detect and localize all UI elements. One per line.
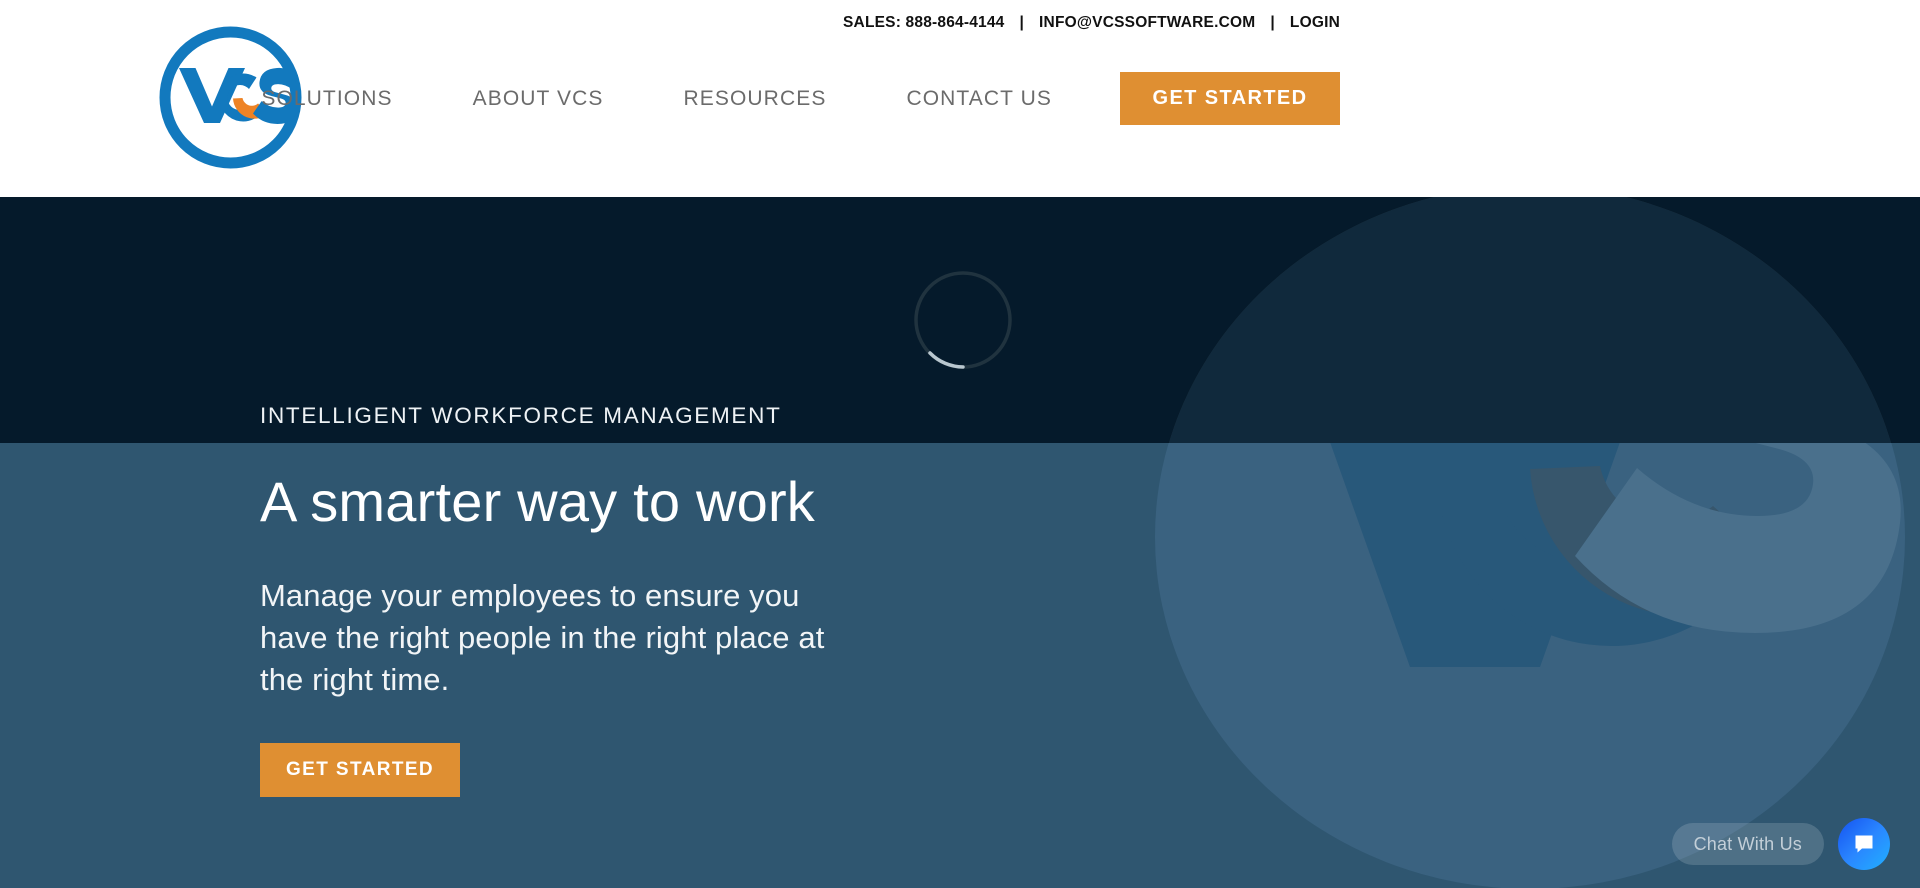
hero-paragraph: Manage your employees to ensure you have… [260,578,825,697]
sales-phone-link[interactable]: SALES: 888-864-4144 [843,14,1004,32]
nav-item-about-vcs[interactable]: ABOUT VCS [433,86,644,112]
utility-separator-1: | [1019,14,1025,31]
hero-section: INTELLIGENT WORKFORCE MANAGEMENT A smart… [260,400,1020,797]
chat-open-button[interactable] [1838,818,1890,870]
nav-item-solutions[interactable]: SOLUTIONS [261,86,432,112]
utility-separator-2: | [1270,14,1275,31]
nav-item-resources[interactable]: RESOURCES [644,86,867,112]
hero-title: A smarter way to work [260,470,816,533]
nav-item-contact-us[interactable]: CONTACT US [866,86,1092,112]
site-header: SALES: 888-864-4144 | INFO@VCSSOFTWARE.C… [0,0,1920,197]
email-link[interactable]: INFO@VCSSOFTWARE.COM [1039,14,1255,32]
login-link[interactable]: LOGIN [1290,14,1340,32]
hero-get-started-button[interactable]: GET STARTED [260,743,460,797]
main-navigation: SOLUTIONS ABOUT VCS RESOURCES CONTACT US… [261,72,1340,125]
nav-get-started-button[interactable]: GET STARTED [1120,72,1340,125]
loading-spinner [908,265,1018,375]
spinner-icon [914,271,1012,369]
hero-eyebrow: INTELLIGENT WORKFORCE MANAGEMENT [260,403,782,428]
page-root: SALES: 888-864-4144 | INFO@VCSSOFTWARE.C… [0,0,1920,888]
chat-widget: Chat With Us [1671,818,1890,870]
chat-bubble-icon [1855,835,1873,853]
utility-bar: SALES: 888-864-4144 | INFO@VCSSOFTWARE.C… [843,14,1340,32]
chat-with-us-pill[interactable]: Chat With Us [1671,823,1824,865]
